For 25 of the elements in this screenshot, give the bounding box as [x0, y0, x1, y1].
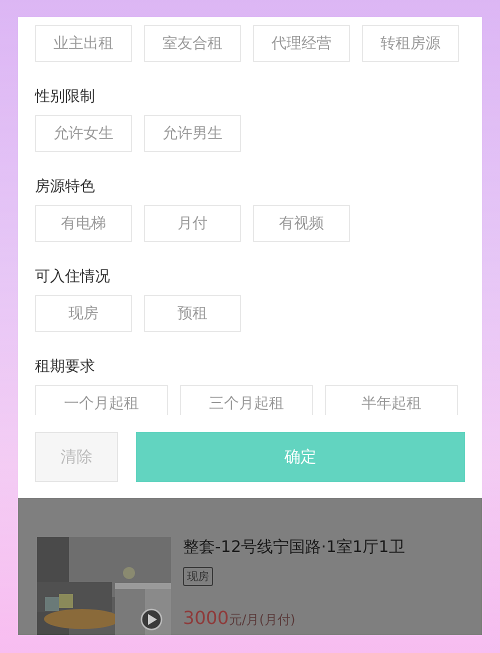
filter-chip[interactable]: 允许男生	[144, 115, 241, 152]
filter-chip[interactable]: 室友合租	[144, 25, 241, 62]
filter-chip[interactable]: 现房	[35, 295, 132, 332]
price-unit: 元/月(月付)	[228, 612, 296, 629]
filter-chip[interactable]: 半年起租	[325, 385, 458, 415]
listing-title: 整套-12号线宁国路·1室1厅1卫	[183, 537, 405, 557]
listing-price: 3000	[183, 608, 229, 629]
listing-tag: 现房	[183, 567, 213, 586]
play-icon[interactable]	[140, 608, 163, 631]
filter-chip[interactable]: 月付	[144, 205, 241, 242]
filter-chip[interactable]: 预租	[144, 295, 241, 332]
filter-chip[interactable]: 业主出租	[35, 25, 132, 62]
filter-chip[interactable]: 代理经营	[253, 25, 350, 62]
clear-button[interactable]: 清除	[35, 432, 118, 482]
section-title: 房源特色	[35, 176, 96, 196]
filter-chip[interactable]: 三个月起租	[180, 385, 313, 415]
filter-chip[interactable]: 转租房源	[362, 25, 459, 62]
confirm-button[interactable]: 确定	[136, 432, 465, 482]
section-title: 租期要求	[35, 356, 96, 376]
filter-chip[interactable]: 有电梯	[35, 205, 132, 242]
filter-chip[interactable]: 允许女生	[35, 115, 132, 152]
filter-chip[interactable]: 有视频	[253, 205, 350, 242]
section-title: 可入住情况	[35, 266, 111, 286]
filter-chip[interactable]: 一个月起租	[35, 385, 168, 415]
section-title: 性别限制	[35, 86, 96, 106]
